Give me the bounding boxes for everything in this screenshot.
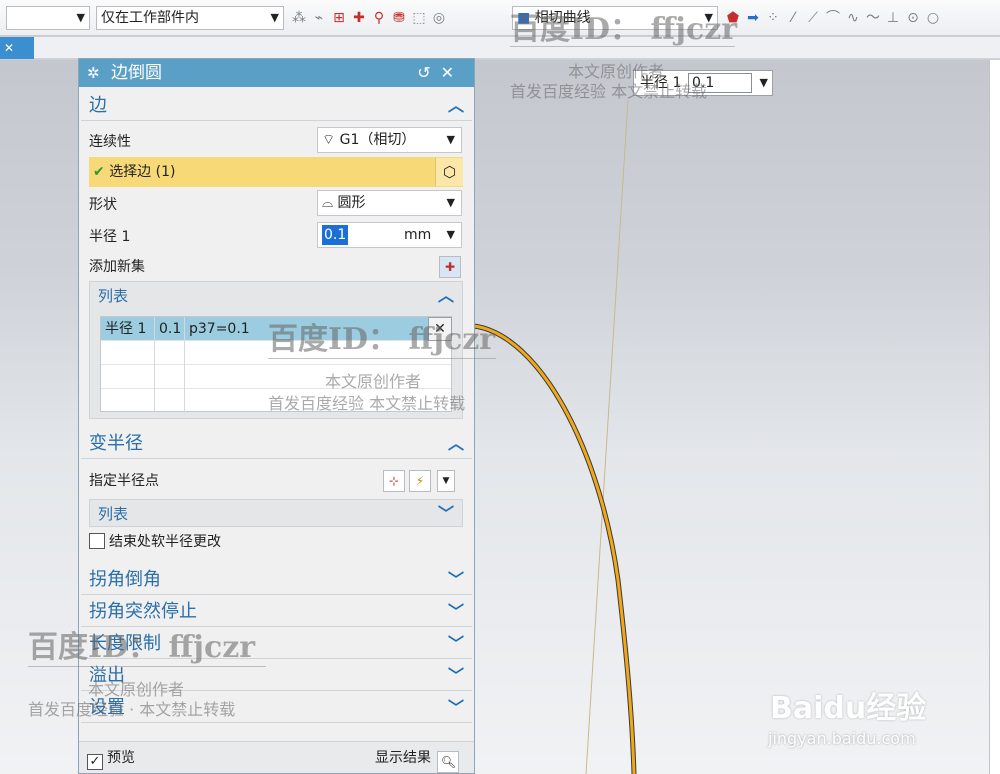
list-cell: 半径 1	[101, 317, 155, 341]
circle-point-icon[interactable]: ⊙	[906, 7, 920, 29]
sphere-icon[interactable]: ◎	[432, 7, 446, 29]
curve-toolbar: ⬟ ➡ ⁘ ⁄ ⟋ ⌒ ∿ 〜 ⊥ ⊙ ○	[726, 7, 940, 29]
chevron-down-icon: ▼	[446, 133, 455, 146]
snap-point-icon[interactable]: ⁂	[292, 7, 306, 29]
chevron-down-icon[interactable]: ▼	[447, 223, 455, 247]
add-new-set-label: 添加新集	[89, 259, 145, 275]
radius-value[interactable]: 0.1	[322, 225, 349, 245]
shape-select[interactable]: ⌓ 圆形 ▼	[317, 190, 462, 216]
section-edge[interactable]: 边 ︿	[81, 91, 472, 121]
reference-line	[585, 99, 629, 774]
selection-filter-select[interactable]: ▼	[6, 6, 90, 30]
follow-fillet-icon[interactable]: ➡	[746, 7, 760, 29]
tangent-continuity-icon: ⌔	[322, 132, 336, 148]
section-corner-setback[interactable]: 拐角倒角 ﹀	[81, 565, 472, 595]
radius-input[interactable]: 0.1 mm ▼	[317, 222, 462, 248]
top-toolbar: ▼ 仅在工作部件内 ▼ ⁂ ⌁ ⊞ ✚ ⚲ ⛃ ⬚ ◎ ■ 相切曲线 ▼ ⬟ ➡…	[0, 0, 1000, 36]
radius-point-list-panel[interactable]: 列表 ﹀	[89, 499, 463, 527]
list-cell: 0.1	[155, 317, 185, 341]
shape-label: 形状	[89, 197, 117, 213]
tangent-icon[interactable]: ⊥	[886, 7, 900, 29]
chevron-down-icon: ▼	[446, 196, 455, 209]
document-tab-strip: ✕	[0, 37, 1000, 59]
radius-label: 半径 1	[89, 229, 131, 245]
line-icon[interactable]: ⁄	[786, 7, 800, 29]
viewport-edge	[990, 60, 1000, 774]
section-variable-radius[interactable]: 变半径 ︿	[81, 429, 472, 459]
arc-icon[interactable]: ⌒	[826, 7, 840, 29]
points-icon[interactable]: ⁘	[766, 7, 780, 29]
baidu-jingyan-logo: Baidu经验	[770, 691, 927, 726]
chevron-down-icon[interactable]: ▼	[760, 71, 768, 95]
wave-icon[interactable]: 〜	[866, 7, 880, 29]
dialog-title-bar[interactable]: ✲ 边倒圆 ↺✕	[79, 59, 474, 87]
reset-icon[interactable]: ↺	[417, 63, 440, 82]
checkbox[interactable]: ✓	[87, 754, 103, 770]
dialog-title: 边倒圆	[111, 63, 162, 83]
select-edge-row[interactable]: ✔ 选择边 (1) ⬡	[89, 157, 463, 187]
continuity-select[interactable]: ⌔ G1（相切） ▼	[317, 127, 462, 153]
baidu-jingyan-url: jingyan.baidu.com	[768, 729, 916, 748]
watermark-notice: 首发百度经验 · 本文禁止转载	[28, 700, 236, 719]
watermark-id: 百度ID： ffjczr	[28, 630, 256, 665]
chevron-up-icon[interactable]: ︿	[448, 429, 464, 459]
circular-shape-icon: ⌓	[322, 195, 334, 211]
checkmark-icon: ✔	[93, 164, 105, 180]
point-dialog-button[interactable]: ⊹	[383, 470, 405, 492]
cube-select-icon[interactable]: ⬡	[435, 158, 463, 186]
inferred-point-button[interactable]: ⚡	[409, 470, 431, 492]
continuity-label: 连续性	[89, 134, 131, 150]
chevron-down-icon[interactable]: ﹀	[448, 597, 464, 627]
list-cell: p37=0.1	[189, 321, 250, 337]
close-icon[interactable]: ✕	[441, 63, 464, 82]
watermark-id: 百度ID： ffjczr	[268, 322, 496, 357]
radius-unit[interactable]: mm	[404, 223, 431, 247]
chevron-up-icon[interactable]: ︿	[438, 282, 454, 310]
edge-list-header[interactable]: 列表 ︿	[90, 282, 462, 310]
watermark-author: 本文原创作者	[325, 372, 422, 391]
chevron-down-icon[interactable]: ﹀	[448, 565, 464, 595]
snap-curve-icon[interactable]: ⌁	[312, 7, 326, 29]
body-select-icon[interactable]: ⛃	[392, 7, 406, 29]
preview-checkbox[interactable]: ✓ 预览	[87, 745, 135, 771]
chevron-up-icon[interactable]: ︿	[448, 91, 464, 121]
show-result-button[interactable]: 显示结果 🔍︎	[375, 745, 460, 773]
chevron-down-icon[interactable]: ﹀	[448, 629, 464, 659]
close-icon[interactable]: ✕	[4, 41, 14, 55]
soft-radius-change-checkbox[interactable]: 结束处软半径更改	[89, 529, 221, 555]
relation-icon[interactable]: ⚲	[372, 7, 386, 29]
spline-icon[interactable]: ∿	[846, 7, 860, 29]
add-new-set-button[interactable]: ✚	[439, 256, 461, 278]
specify-radius-point-label: 指定半径点	[89, 473, 159, 489]
chevron-down-icon[interactable]: ﹀	[448, 693, 464, 723]
circle-icon[interactable]: ○	[926, 7, 940, 29]
polyline-icon[interactable]: ⟋	[806, 7, 820, 29]
dialog-footer: ✓ 预览 显示结果 🔍︎	[79, 741, 474, 773]
intersect-icon[interactable]: ✚	[352, 7, 366, 29]
chevron-down-icon[interactable]: ﹀	[438, 500, 454, 528]
chevron-down-icon[interactable]: ▼	[437, 470, 455, 492]
snap-toolbar: ⁂ ⌁ ⊞ ✚ ⚲ ⛃ ⬚ ◎	[292, 7, 446, 29]
rectangle-select-icon[interactable]: ⬚	[412, 7, 426, 29]
checkbox[interactable]	[89, 533, 105, 549]
chevron-down-icon: ▼	[76, 11, 85, 24]
watermark-id: 百度ID： ffjczr	[510, 12, 738, 47]
watermark-notice: 首发百度经验 本文禁止转载	[268, 394, 466, 413]
feature-point-icon[interactable]: ⊞	[332, 7, 346, 29]
chevron-down-icon[interactable]: ﹀	[448, 661, 464, 691]
gear-icon[interactable]: ✲	[87, 59, 100, 87]
watermark-notice: 首发百度经验 本文禁止转载	[510, 82, 708, 101]
chevron-down-icon: ▼	[270, 11, 279, 24]
document-tab[interactable]: ✕	[0, 37, 34, 59]
selection-scope-select[interactable]: 仅在工作部件内 ▼	[96, 6, 284, 30]
magnifier-icon[interactable]: 🔍︎	[437, 751, 460, 773]
